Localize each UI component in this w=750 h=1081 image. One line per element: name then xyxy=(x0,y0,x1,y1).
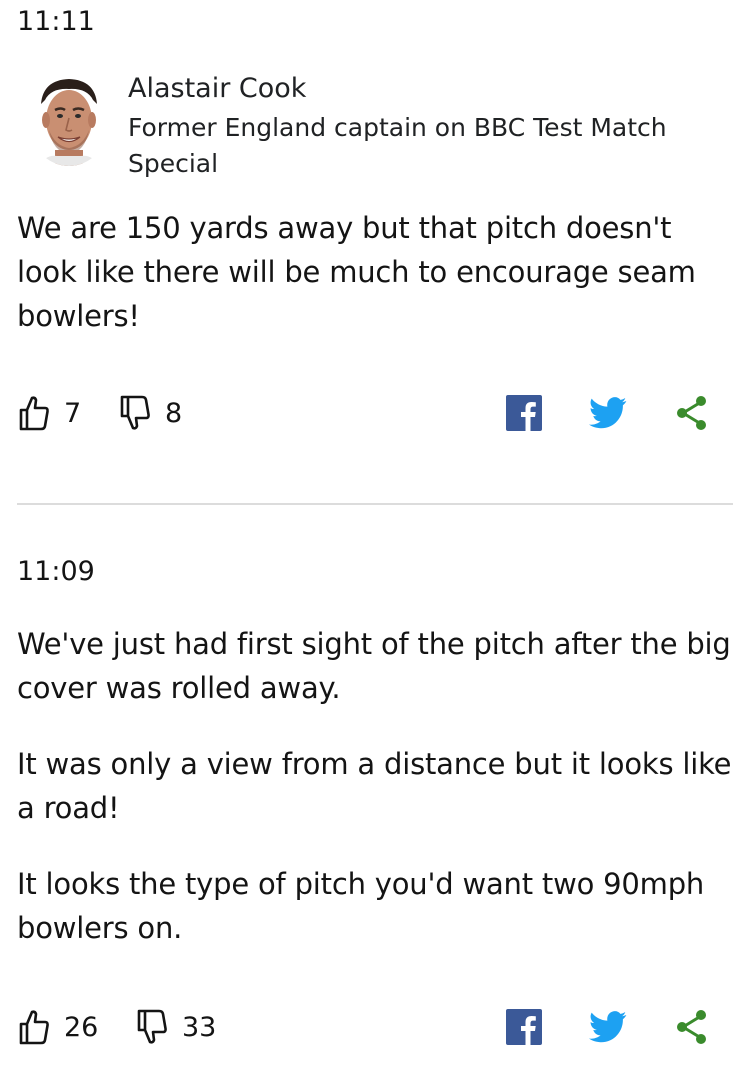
post-actions: 26 33 xyxy=(0,1001,750,1051)
thumbs-down-icon xyxy=(137,1009,167,1044)
share-facebook-button[interactable] xyxy=(504,1007,544,1047)
share-twitter-button[interactable] xyxy=(588,393,628,433)
dislike-button[interactable]: 8 xyxy=(119,393,182,433)
facebook-icon xyxy=(506,395,542,431)
like-count: 26 xyxy=(64,1011,99,1043)
twitter-icon xyxy=(589,397,627,429)
post-actions: 7 8 xyxy=(0,387,750,437)
post-timestamp: 11:09 xyxy=(17,556,95,587)
contributor-role: Former England captain on BBC Test Match… xyxy=(128,113,667,178)
live-post: 11:09 We've just had first sight of the … xyxy=(0,506,750,1081)
share-icon xyxy=(677,1010,706,1044)
thumbs-up-icon xyxy=(19,396,49,431)
share-facebook-button[interactable] xyxy=(504,393,544,433)
post-body-paragraph: It looks the type of pitch you'd want tw… xyxy=(17,867,705,945)
like-count: 7 xyxy=(64,397,82,429)
share-button[interactable] xyxy=(672,393,712,433)
post-timestamp: 11:11 xyxy=(17,6,95,37)
contributor-avatar xyxy=(27,74,111,166)
dislike-button[interactable]: 33 xyxy=(136,1007,216,1047)
like-button[interactable]: 26 xyxy=(18,1007,98,1047)
twitter-icon xyxy=(589,1011,627,1043)
post-body-paragraph: We've just had first sight of the pitch … xyxy=(17,627,731,705)
share-icon xyxy=(677,396,706,430)
contributor-name: Alastair Cook xyxy=(128,73,307,104)
live-post: 11:11 Alastair Cook Former England capta… xyxy=(0,0,750,506)
thumbs-up-icon xyxy=(19,1010,49,1045)
dislike-count: 33 xyxy=(182,1011,217,1043)
share-twitter-button[interactable] xyxy=(588,1007,628,1047)
post-divider xyxy=(17,503,733,505)
like-button[interactable]: 7 xyxy=(18,393,81,433)
post-body-paragraph: It was only a view from a distance but i… xyxy=(17,747,732,825)
thumbs-down-icon xyxy=(120,395,150,430)
post-body-paragraph: We are 150 yards away but that pitch doe… xyxy=(17,211,696,333)
share-button[interactable] xyxy=(672,1007,712,1047)
dislike-count: 8 xyxy=(165,397,183,429)
facebook-icon xyxy=(506,1009,542,1045)
